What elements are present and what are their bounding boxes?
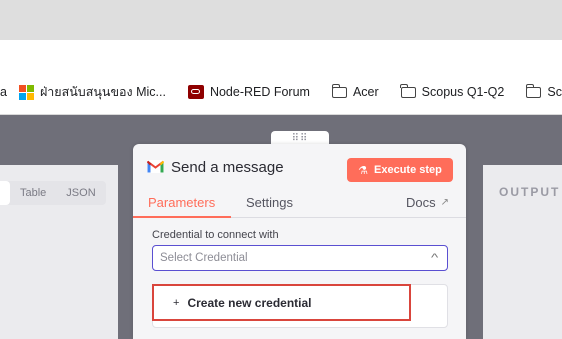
execute-step-label: Execute step bbox=[374, 164, 442, 176]
view-mode-json[interactable]: JSON bbox=[56, 181, 105, 205]
chevron-up-icon: ^ bbox=[430, 252, 439, 264]
create-new-credential-option[interactable]: + Create new credential bbox=[152, 284, 411, 321]
node-tabs: Parameters Settings Docs ↗ bbox=[133, 189, 466, 218]
flask-icon: ⚗ bbox=[358, 164, 368, 177]
drag-dots-icon: ⠿⠿ bbox=[291, 133, 309, 144]
output-label: OUTPUT bbox=[499, 185, 561, 199]
browser-address-bar[interactable] bbox=[0, 40, 562, 71]
bookmark-label: ฝ่ายสนับสนุนของ Mic... bbox=[39, 85, 166, 99]
node-header: Send a message ⚗ Execute step bbox=[133, 144, 466, 194]
docs-label: Docs bbox=[406, 195, 436, 210]
execute-step-button[interactable]: ⚗ Execute step bbox=[347, 158, 453, 182]
bookmark-label: Node-RED Forum bbox=[209, 85, 310, 99]
bookmarks-bar: a ฝ่ายสนับสนุนของ Mic... Node-RED Forum … bbox=[0, 70, 562, 115]
output-panel: OUTPUT bbox=[483, 165, 562, 339]
view-mode-toggle: Table JSON bbox=[0, 181, 106, 205]
bookmark-label: Scopu bbox=[547, 85, 562, 99]
node-red-logo-icon bbox=[187, 85, 204, 99]
bookmark-scopus-q1-q2[interactable]: Scopus Q1-Q2 bbox=[400, 83, 505, 99]
view-mode-table[interactable]: Table bbox=[10, 181, 56, 205]
input-panel: Table JSON bbox=[0, 165, 118, 339]
bookmark-label: Scopus Q1-Q2 bbox=[421, 85, 505, 99]
external-link-icon: ↗ bbox=[440, 197, 450, 208]
bookmark-label: Acer bbox=[352, 85, 379, 99]
credential-select-placeholder: Select Credential bbox=[160, 252, 248, 264]
node-title: Send a message bbox=[171, 159, 284, 176]
credential-field-label: Credential to connect with bbox=[152, 229, 279, 241]
microsoft-logo-icon bbox=[18, 84, 34, 100]
docs-link[interactable]: Docs ↗ bbox=[406, 195, 449, 210]
browser-tab-strip bbox=[0, 0, 562, 40]
credential-select[interactable]: Select Credential ^ bbox=[152, 245, 448, 271]
gmail-icon bbox=[147, 160, 164, 173]
folder-icon bbox=[525, 83, 542, 98]
create-new-credential-label: Create new credential bbox=[187, 295, 312, 310]
bookmark-node-red-forum[interactable]: Node-RED Forum bbox=[187, 85, 310, 99]
tab-settings[interactable]: Settings bbox=[246, 195, 293, 210]
bookmark-label: a bbox=[0, 85, 7, 99]
active-tab-indicator bbox=[133, 216, 231, 218]
folder-icon bbox=[331, 83, 347, 98]
bookmark-scopus[interactable]: Scopu bbox=[525, 83, 562, 99]
bookmark-microsoft-support[interactable]: ฝ่ายสนับสนุนของ Mic... bbox=[18, 82, 166, 102]
bookmark-item[interactable]: a bbox=[0, 85, 7, 99]
plus-icon: + bbox=[173, 296, 180, 309]
bookmark-acer[interactable]: Acer bbox=[331, 83, 379, 99]
tab-parameters[interactable]: Parameters bbox=[148, 195, 215, 210]
folder-icon bbox=[400, 83, 416, 98]
view-mode-schema[interactable] bbox=[0, 181, 10, 205]
